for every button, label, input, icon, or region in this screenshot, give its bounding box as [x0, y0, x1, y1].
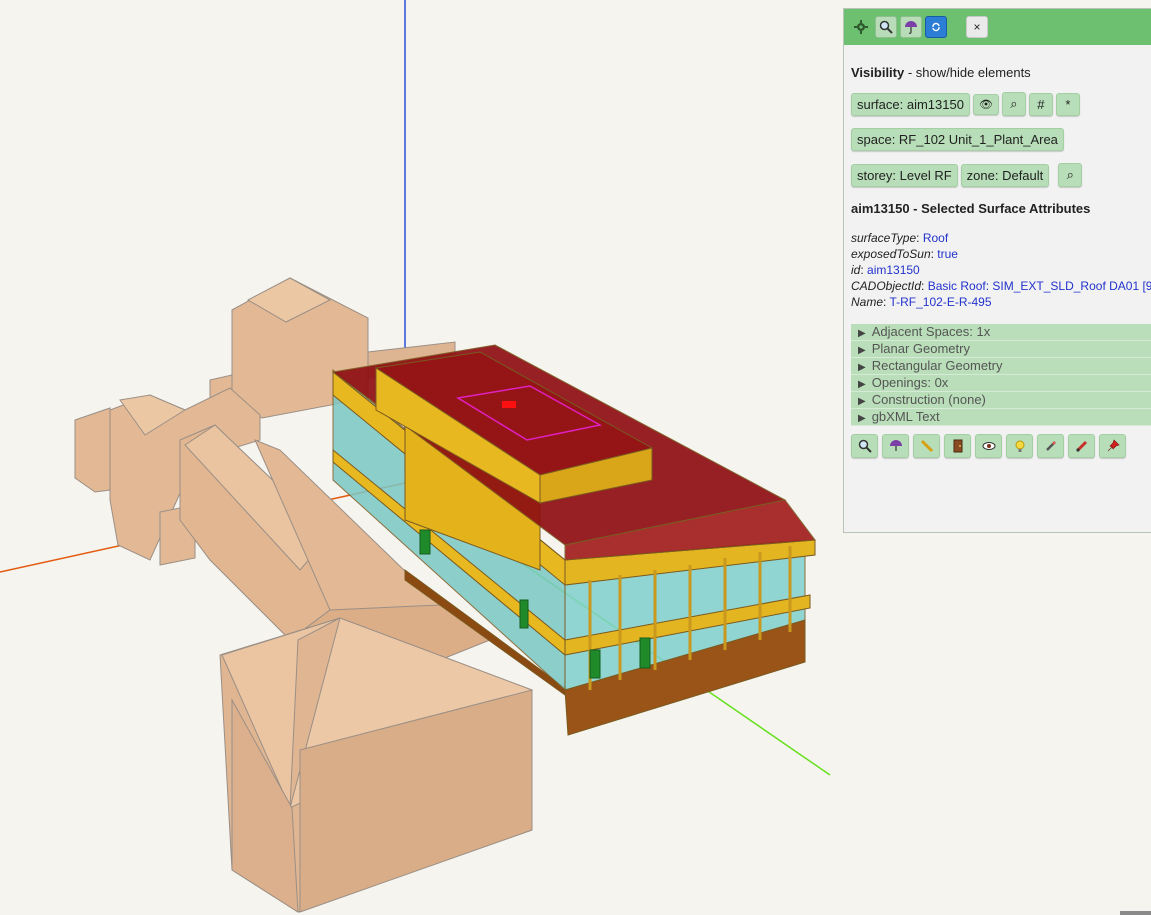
- details-planar-geometry[interactable]: ▶ Planar Geometry: [851, 341, 1151, 358]
- hash-button[interactable]: #: [1028, 92, 1053, 116]
- pencil-icon[interactable]: [1037, 434, 1064, 458]
- triangle-right-icon: ▶: [858, 328, 866, 339]
- attr-link[interactable]: Basic Roof: SIM_EXT_SLD_Roof DA01 [9: [928, 279, 1151, 293]
- triangle-right-icon: ▶: [858, 396, 866, 407]
- eye-icon[interactable]: [975, 434, 1002, 458]
- panel-header: ×: [844, 9, 1151, 45]
- attr-name: Name: T-RF_102-E-R-495: [851, 295, 992, 309]
- zone-button[interactable]: zone: Default: [960, 163, 1050, 187]
- search-icon[interactable]: [851, 434, 878, 458]
- attr-id: id: aim13150: [851, 263, 920, 277]
- search-icon[interactable]: [875, 16, 897, 38]
- surface-row: surface: aim13150 👁 ⌕ # *: [851, 92, 1151, 116]
- window-edge-mark: [1120, 911, 1151, 915]
- details-rectangular-geometry[interactable]: ▶ Rectangular Geometry: [851, 358, 1151, 375]
- visibility-heading: Visibility - show/hide elements: [851, 65, 1151, 80]
- attr-link[interactable]: Roof: [923, 231, 948, 245]
- magnify-icon[interactable]: ⌕: [1001, 92, 1026, 116]
- brush-icon[interactable]: [1068, 434, 1095, 458]
- umbrella-icon[interactable]: [900, 16, 922, 38]
- triangle-right-icon: ▶: [858, 413, 866, 424]
- selected-surface-title: aim13150 - Selected Surface Attributes: [851, 201, 1091, 216]
- details-openings[interactable]: ▶ Openings: 0x: [851, 375, 1151, 392]
- visibility-title: Visibility: [851, 65, 905, 80]
- eye-icon[interactable]: 👁: [972, 93, 999, 115]
- door-icon[interactable]: [944, 434, 971, 458]
- storey-button[interactable]: storey: Level RF: [851, 163, 958, 187]
- gear-icon[interactable]: [850, 16, 872, 38]
- surface-toolbar: [844, 434, 1151, 458]
- attr-cad-object-id: CADObjectId: Basic Roof: SIM_EXT_SLD_Roo…: [851, 279, 1151, 293]
- space-row: space: RF_102 Unit_1_Plant_Area: [851, 128, 1151, 151]
- storey-zone-row: storey: Level RF zone: Default ⌕: [851, 163, 1151, 187]
- zone-magnify-icon[interactable]: ⌕: [1058, 163, 1083, 187]
- attr-link[interactable]: aim13150: [867, 263, 920, 277]
- star-button[interactable]: *: [1055, 92, 1080, 116]
- attribute-list: surfaceType: Roof exposedToSun: true id:…: [851, 230, 1151, 310]
- attr-exposed-to-sun: exposedToSun: true: [851, 247, 958, 261]
- attributes-panel: × Visibility - show/hide elements surfac…: [843, 8, 1151, 533]
- visibility-subtitle: - show/hide elements: [904, 65, 1031, 80]
- triangle-right-icon: ▶: [858, 362, 866, 373]
- attr-surface-type: surfaceType: Roof: [851, 231, 949, 245]
- pin-icon[interactable]: [1099, 434, 1126, 458]
- close-button[interactable]: ×: [966, 16, 988, 38]
- details-list: ▶ Adjacent Spaces: 1x ▶ Planar Geometry ▶ R…: [851, 324, 1151, 426]
- surface-button[interactable]: surface: aim13150: [851, 92, 970, 116]
- details-gbxml-text[interactable]: ▶ gbXML Text: [851, 409, 1151, 426]
- details-adjacent-spaces[interactable]: ▶ Adjacent Spaces: 1x: [851, 324, 1151, 341]
- sync-icon[interactable]: [925, 16, 947, 38]
- ruler-icon[interactable]: [913, 434, 940, 458]
- bulb-icon[interactable]: [1006, 434, 1033, 458]
- attr-link[interactable]: true: [937, 247, 958, 261]
- details-construction[interactable]: ▶ Construction (none): [851, 392, 1151, 409]
- attr-link[interactable]: T-RF_102-E-R-495: [889, 295, 991, 309]
- triangle-right-icon: ▶: [858, 379, 866, 390]
- umbrella-icon[interactable]: [882, 434, 909, 458]
- triangle-right-icon: ▶: [858, 345, 866, 356]
- space-button[interactable]: space: RF_102 Unit_1_Plant_Area: [851, 128, 1064, 151]
